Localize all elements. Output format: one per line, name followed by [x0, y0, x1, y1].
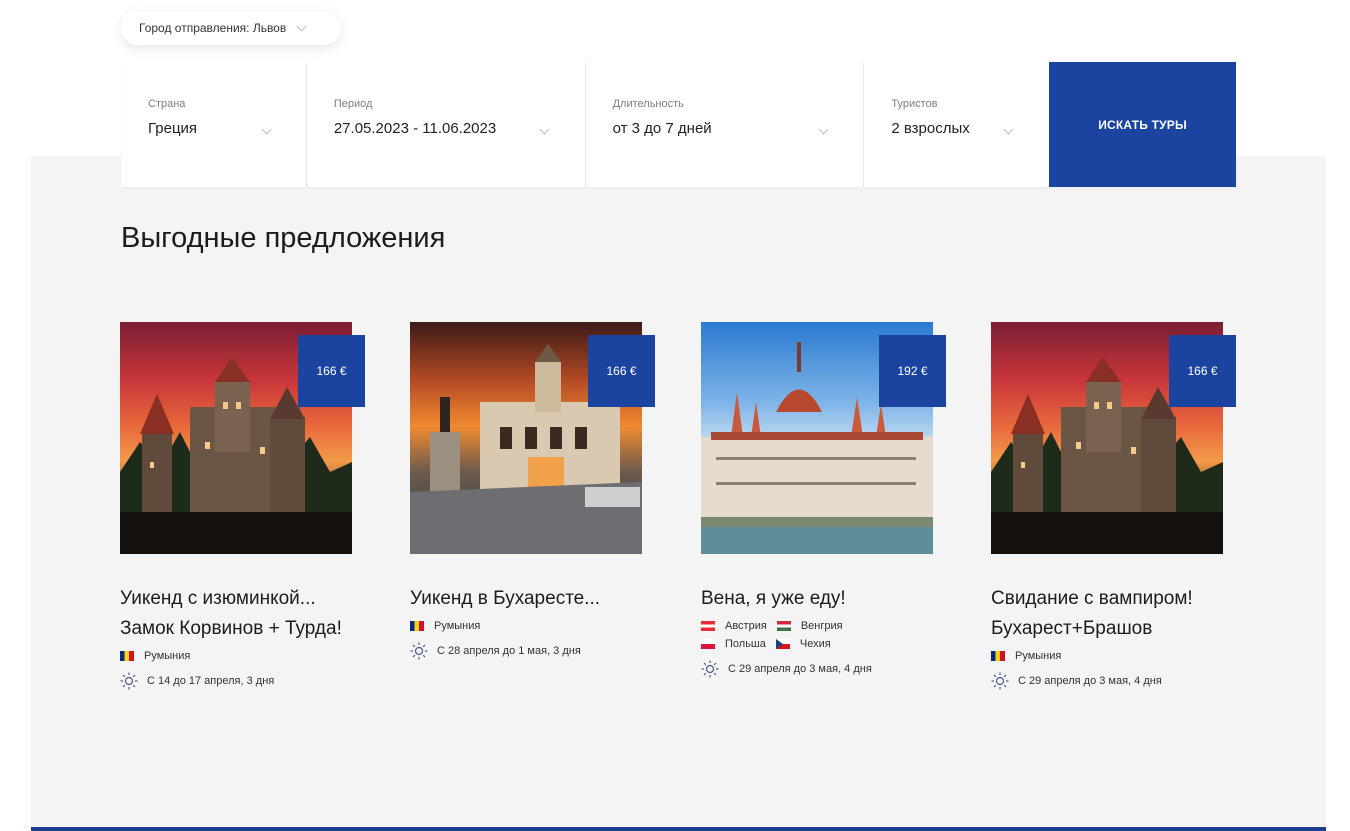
offer-card[interactable]: 166 € Уикенд с изюминкой... Замок Корвин… — [120, 322, 365, 690]
romania-flag-icon — [410, 621, 424, 631]
romania-flag-icon — [991, 651, 1005, 661]
offer-title[interactable]: Уикенд в Бухаресте... — [410, 584, 650, 614]
offer-dates-text: С 14 до 17 апреля, 3 дня — [147, 675, 275, 687]
offer-countries: Румыния — [410, 620, 655, 632]
chevron-down-icon — [296, 21, 307, 31]
offer-countries: Румыния — [120, 650, 365, 662]
section-title: Выгодные предложения — [121, 222, 446, 254]
offer-countries: Румыния — [991, 650, 1236, 662]
sun-icon — [410, 642, 428, 660]
romania-flag-icon — [120, 651, 134, 661]
country-name: Венгрия — [800, 620, 843, 632]
footer-divider — [31, 827, 1326, 831]
offer-title[interactable]: Уикенд с изюминкой... Замок Корвинов + Т… — [120, 584, 360, 644]
search-tours-button[interactable]: ИСКАТЬ ТУРЫ — [1049, 62, 1236, 187]
offer-card[interactable]: 166 € Свидание с вампиром! Бухарест+Браш… — [991, 322, 1236, 690]
tourists-select[interactable]: Туристов 2 взрослых — [864, 62, 1049, 187]
offer-dates-text: С 28 апреля до 1 мая, 3 дня — [437, 645, 581, 657]
offer-card[interactable]: 192 € Вена, я уже еду! Австрия Венгрия П… — [701, 322, 946, 678]
country-name: Румыния — [434, 620, 481, 632]
country-label: Страна — [148, 98, 186, 110]
duration-select[interactable]: Длительность от 3 до 7 дней — [586, 62, 865, 187]
price-badge: 166 € — [1169, 335, 1236, 407]
offer-dates: С 29 апреля до 3 мая, 4 дня — [991, 672, 1236, 690]
country-name: Польша — [725, 638, 766, 650]
offer-title[interactable]: Вена, я уже еду! — [701, 584, 941, 614]
offer-dates-text: С 29 апреля до 3 мая, 4 дня — [1018, 675, 1162, 687]
hungary-flag-icon — [776, 621, 791, 631]
tour-search-bar: Страна Греция Период 27.05.2023 - 11.06.… — [121, 62, 1236, 187]
sun-icon — [991, 672, 1009, 690]
period-label: Период — [333, 98, 373, 110]
tourists-value: 2 взрослых — [891, 120, 970, 137]
offer-dates-text: С 29 апреля до 3 мая, 4 дня — [728, 663, 872, 675]
offer-card[interactable]: 166 € Уикенд в Бухаресте... Румыния С 28… — [410, 322, 655, 660]
departure-city-label: Город отправления: Львов — [139, 21, 287, 35]
country-name: Румыния — [144, 650, 191, 662]
country-name: Австрия — [725, 620, 767, 632]
tourists-label: Туристов — [891, 98, 938, 110]
offer-dates: С 29 апреля до 3 мая, 4 дня — [701, 660, 946, 678]
duration-label: Длительность — [612, 98, 684, 110]
offer-countries: Польша Чехия — [701, 638, 946, 650]
departure-city-select[interactable]: Город отправления: Львов — [121, 11, 341, 45]
czechia-flag-icon — [775, 639, 790, 649]
price-badge: 166 € — [298, 335, 365, 407]
country-name: Чехия — [799, 638, 831, 650]
country-name: Румыния — [1015, 650, 1062, 662]
offer-title[interactable]: Свидание с вампиром! Бухарест+Брашов — [991, 584, 1231, 644]
offer-countries: Австрия Венгрия — [701, 620, 946, 632]
sun-icon — [701, 660, 719, 678]
offer-dates: С 28 апреля до 1 мая, 3 дня — [410, 642, 655, 660]
offer-dates: С 14 до 17 апреля, 3 дня — [120, 672, 365, 690]
period-select[interactable]: Период 27.05.2023 - 11.06.2023 — [307, 62, 586, 187]
poland-flag-icon — [701, 639, 715, 649]
price-badge: 166 € — [588, 335, 655, 407]
country-select[interactable]: Страна Греция — [121, 62, 307, 187]
sun-icon — [120, 672, 138, 690]
price-badge: 192 € — [879, 335, 946, 407]
austria-flag-icon — [701, 621, 715, 631]
country-value: Греция — [148, 120, 198, 137]
